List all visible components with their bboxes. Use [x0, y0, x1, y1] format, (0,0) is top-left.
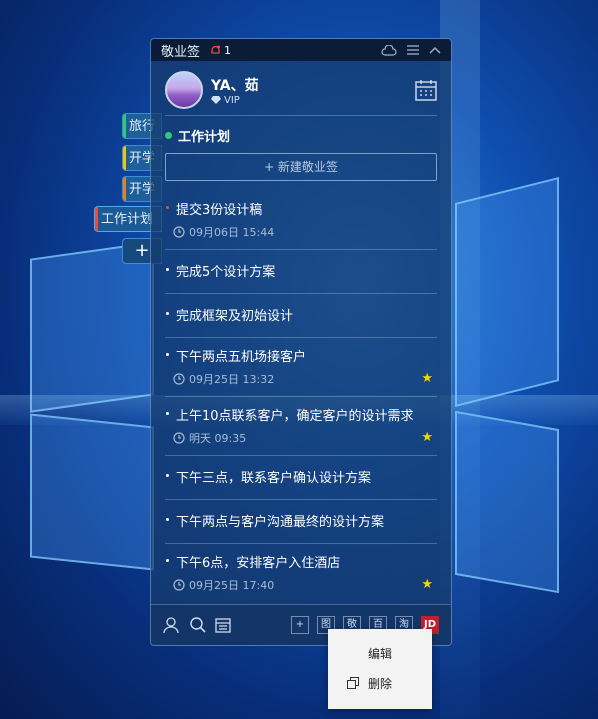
list-item[interactable]: 完成框架及初始设计	[165, 294, 437, 338]
bullet	[166, 312, 169, 315]
chevron-up-icon[interactable]	[429, 46, 441, 54]
avatar[interactable]	[165, 71, 203, 109]
add-icon[interactable]: +	[291, 616, 309, 634]
item-text: 完成5个设计方案	[176, 265, 276, 280]
bullet	[166, 206, 169, 209]
vip-badge: VIP	[211, 95, 259, 106]
bullet	[166, 559, 169, 562]
list-item[interactable]: 下午两点五机场接客户 09月25日 13:32 ★	[165, 338, 437, 397]
user-name: YA、茹	[211, 77, 259, 94]
item-time: 明天 09:35	[189, 432, 247, 445]
note-list: 提交3份设计稿 09月06日 15:44 完成5个设计方案 完成框架及初始设计 …	[151, 191, 451, 602]
menu-icon[interactable]	[407, 45, 419, 55]
clock-icon	[173, 579, 185, 591]
list-item[interactable]: 下午6点，安排客户入住酒店 09月25日 17:40 ★	[165, 544, 437, 602]
menu-item-delete[interactable]: 删除	[328, 669, 432, 699]
bullet	[166, 412, 169, 415]
user-header: YA、茹 VIP	[151, 61, 451, 115]
item-text: 完成框架及初始设计	[176, 309, 294, 324]
bullet	[166, 474, 169, 477]
star-icon[interactable]: ★	[421, 577, 433, 592]
list-item[interactable]: 下午两点与客户沟通最终的设计方案	[165, 500, 437, 544]
diamond-icon	[211, 96, 221, 104]
item-text: 下午三点，联系客户确认设计方案	[176, 471, 372, 486]
bell-icon	[211, 45, 221, 54]
menu-item-label: 删除	[368, 677, 393, 691]
clock-icon	[173, 373, 185, 385]
menu-item-label: 编辑	[368, 647, 393, 661]
star-icon[interactable]: ★	[421, 430, 433, 445]
contacts-icon[interactable]	[163, 616, 181, 634]
star-icon[interactable]: ★	[421, 371, 433, 386]
vip-label: VIP	[224, 94, 240, 106]
menu-item-edit[interactable]: 编辑	[328, 639, 432, 669]
item-text: 上午10点联系客户，确定客户的设计需求	[176, 409, 414, 424]
notification-count: 1	[224, 43, 232, 57]
list-item[interactable]: 上午10点联系客户，确定客户的设计需求 明天 09:35 ★	[165, 397, 437, 456]
item-time: 09月25日 13:32	[189, 373, 275, 386]
calendar-icon[interactable]	[415, 79, 437, 101]
list-item[interactable]: 提交3份设计稿 09月06日 15:44	[165, 191, 437, 250]
item-text: 下午两点与客户沟通最终的设计方案	[176, 515, 385, 530]
section-title: 工作计划	[178, 130, 231, 145]
item-text: 提交3份设计稿	[176, 203, 263, 218]
search-icon[interactable]	[189, 616, 207, 634]
title-bar: 敬业签 1	[151, 39, 451, 61]
context-menu: 编辑 删除	[328, 629, 432, 709]
app-title: 敬业签	[161, 44, 201, 60]
section-header: 工作计划	[151, 116, 451, 153]
side-tab-label: 工作计划	[101, 212, 154, 227]
clock-icon	[173, 226, 185, 238]
calendar-small-icon[interactable]	[215, 617, 231, 633]
copy-icon	[347, 677, 359, 689]
bullet	[166, 518, 169, 521]
item-text: 下午6点，安排客户入住酒店	[176, 556, 341, 571]
new-note-button[interactable]: + 新建敬业签	[165, 153, 437, 181]
item-text: 下午两点五机场接客户	[176, 350, 307, 365]
note-panel: 敬业签 1 YA、茹 VIP 工作计划 + 新建敬业签 提交3份设计稿 09月0…	[150, 38, 452, 646]
bullet	[166, 353, 169, 356]
list-item[interactable]: 下午三点，联系客户确认设计方案	[165, 456, 437, 500]
item-time: 09月06日 15:44	[189, 226, 275, 239]
bullet	[166, 268, 169, 271]
list-item[interactable]: 完成5个设计方案	[165, 250, 437, 294]
cloud-icon[interactable]	[381, 44, 397, 56]
status-dot	[165, 132, 172, 139]
item-time: 09月25日 17:40	[189, 579, 275, 592]
clock-icon	[173, 432, 185, 444]
notification[interactable]: 1	[210, 44, 231, 57]
